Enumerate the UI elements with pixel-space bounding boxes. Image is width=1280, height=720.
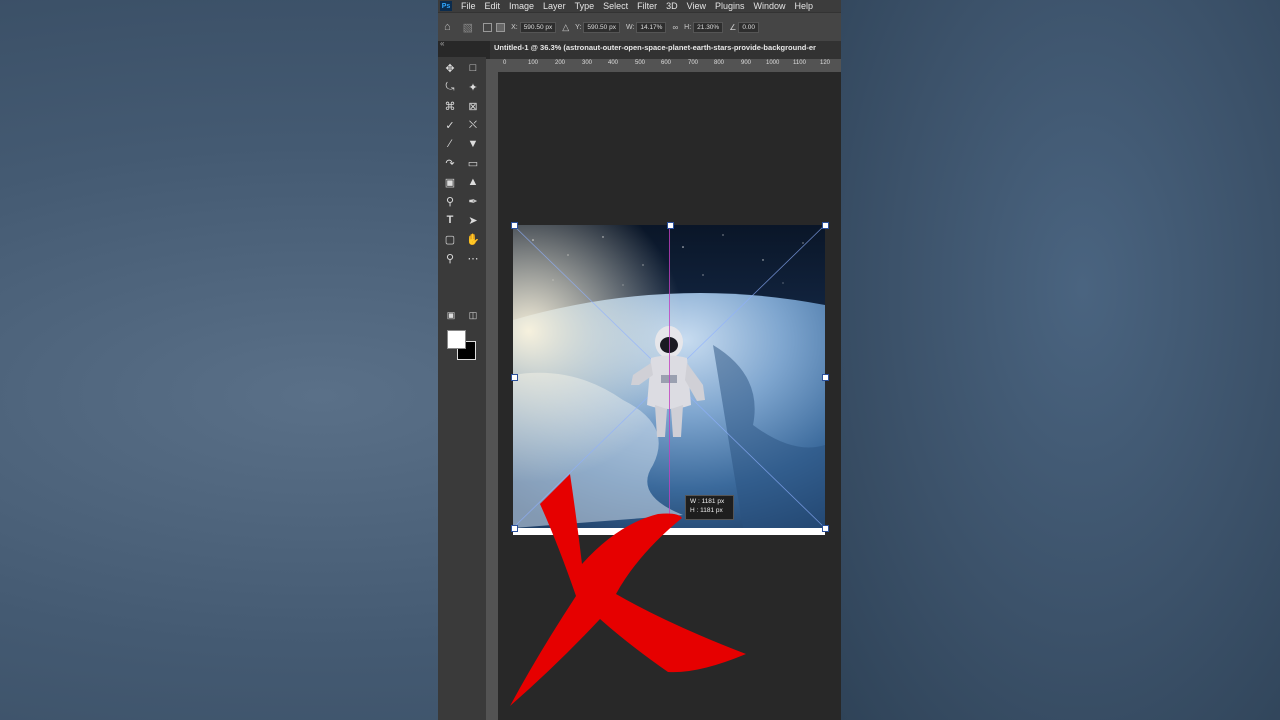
more-tools-icon[interactable]: ⋯ [464,250,482,266]
path-select-icon[interactable]: ➤ [464,212,482,228]
tools-panel: ✥ □ ⤿ ✦ ⌘ ⊠ ✓ ⛌ ⁄ ▼ ↷ ▭ ▣ ▲ ⚲ ✒ T ➤ ▢ ✋ … [438,57,486,720]
transform-handle-right[interactable] [822,374,829,381]
h-label: H: [684,23,692,31]
transform-handle-left[interactable] [511,374,518,381]
transform-handle-top-right[interactable] [822,222,829,229]
ruler-tick: 1000 [766,60,780,66]
crop-icon[interactable]: ⌘ [441,98,459,114]
menu-edit[interactable]: Edit [485,1,501,11]
brush-icon[interactable]: ⁄ [441,136,459,152]
ruler-corner [486,59,501,72]
eyedropper-icon[interactable]: ✓ [441,117,459,133]
ruler-tick: 700 [688,60,699,66]
h-field[interactable]: 21.30% [693,21,724,33]
screen-mode-icon[interactable]: ◫ [464,307,482,323]
menu-bar: Ps File Edit Image Layer Type Select Fil… [438,0,841,12]
w-field[interactable]: 14.17% [636,21,667,33]
type-icon[interactable]: T [441,212,459,228]
menu-file[interactable]: File [461,1,476,11]
panel-collapse-icon[interactable]: « [440,39,444,48]
lasso-icon[interactable]: ⤿ [441,79,459,95]
delta-icon: △ [562,21,570,32]
angle-field[interactable]: 0.00 [738,21,760,33]
vertical-ruler [486,72,498,720]
document-tab[interactable]: Untitled-1 @ 36.3% (astronaut-outer-open… [494,43,816,52]
eraser-icon[interactable]: ▭ [464,155,482,171]
transform-handle-top[interactable] [667,222,674,229]
x-field[interactable]: 590.50 px [519,21,557,33]
menu-3d[interactable]: 3D [666,1,678,11]
move-icon[interactable]: ✥ [441,60,459,76]
right-blurred-background [841,0,1280,720]
ps-logo-icon: Ps [440,1,452,11]
menu-window[interactable]: Window [754,1,786,11]
angle-icon: ∠ [729,22,737,32]
y-field[interactable]: 590.50 px [583,21,620,33]
menu-type[interactable]: Type [575,1,595,11]
gradient-icon[interactable]: ▣ [441,174,459,190]
frame-icon[interactable]: ⊠ [464,98,482,114]
menu-view[interactable]: View [687,1,706,11]
menu-image[interactable]: Image [509,1,534,11]
ruler-tick: 400 [608,60,619,66]
ruler-tick: 600 [661,60,672,66]
options-bar: ⌂ ▧ X: 590.50 px △ Y: 590.50 px W: 14.17… [438,12,841,41]
link-icon[interactable]: ∞ [672,23,678,32]
ruler-tick: 900 [741,60,752,66]
zoom-icon[interactable]: ⚲ [441,250,459,266]
healing-brush-icon[interactable]: ⛌ [464,117,482,133]
x-label: X: [511,23,518,31]
reference-point-grid-icon[interactable] [496,22,506,32]
ruler-tick: 120 [820,60,831,66]
transform-handle-bottom-right[interactable] [822,525,829,532]
ruler-tick: 200 [555,60,566,66]
marquee-icon[interactable]: □ [464,60,482,76]
transform-tool-icon: ▧ [462,21,474,34]
quick-select-icon[interactable]: ✦ [464,79,482,95]
y-label: Y: [575,23,582,31]
menu-plugins[interactable]: Plugins [715,1,745,11]
history-brush-icon[interactable]: ↷ [441,155,459,171]
ruler-tick: 100 [528,60,539,66]
rectangle-icon[interactable]: ▢ [441,231,459,247]
home-icon[interactable]: ⌂ [444,21,451,33]
pen-icon[interactable]: ✒ [464,193,482,209]
reference-point-toggle[interactable] [483,22,493,32]
transform-handle-top-left[interactable] [511,222,518,229]
ruler-tick: 300 [582,60,593,66]
w-label: W: [625,23,635,31]
ruler-tick: 0 [503,60,507,66]
menu-select[interactable]: Select [603,1,628,11]
ruler-tick: 800 [714,60,725,66]
menu-layer[interactable]: Layer [543,1,566,11]
dodge-icon[interactable]: ⚲ [441,193,459,209]
menu-filter[interactable]: Filter [637,1,657,11]
blur-icon[interactable]: ▲ [464,174,482,190]
quick-mask-icon[interactable]: ▣ [442,307,460,323]
ruler-tick: 500 [635,60,646,66]
hand-icon[interactable]: ✋ [464,231,482,247]
ruler-tick: 1100 [793,60,806,66]
foreground-color-swatch[interactable] [447,330,466,349]
document-tab-bar: Untitled-1 @ 36.3% (astronaut-outer-open… [490,41,841,59]
red-x-mark-icon [510,474,746,706]
horizontal-ruler: 0 100 200 300 400 500 600 700 800 900 10… [500,59,841,72]
clone-stamp-icon[interactable]: ▼ [464,136,482,152]
menu-help[interactable]: Help [795,1,814,11]
